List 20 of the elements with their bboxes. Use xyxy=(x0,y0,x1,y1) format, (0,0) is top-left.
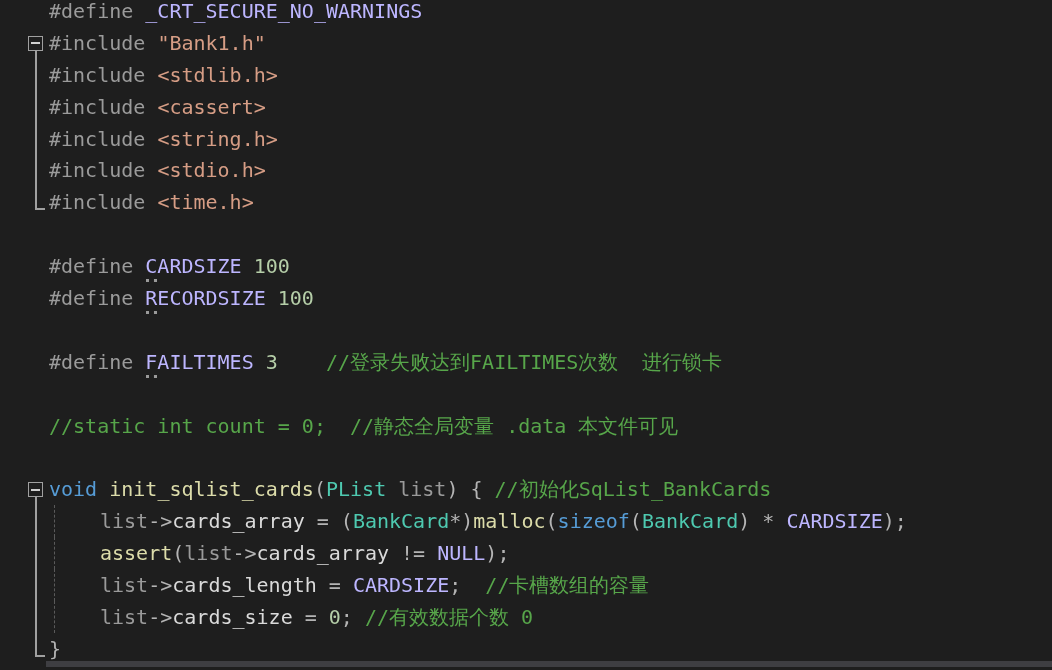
code-line: #include <stdio.h> xyxy=(49,157,266,185)
code-line: #define _CRT_SECURE_NO_WARNINGS xyxy=(49,0,423,25)
code-line: list->cards_size = 0; //有效数据个数 0 xyxy=(99,603,534,631)
code-line: #include <stdlib.h> xyxy=(49,61,278,89)
code-line: //static int count = 0; //静态全局变量 .data 本文件可见 xyxy=(49,412,679,440)
code-line: #define RECORDSIZE 100 xyxy=(49,283,314,312)
code-line: list->cards_length = CARDSIZE; //卡槽数组的容量 xyxy=(99,571,650,599)
code-line: #include <time.h> xyxy=(49,189,254,217)
code-line: #include "Bank1.h" xyxy=(49,29,266,57)
collapse-icon[interactable] xyxy=(28,35,43,51)
code-line: } xyxy=(49,635,62,663)
code-line: #include <cassert> xyxy=(49,93,266,121)
collapse-icon[interactable] xyxy=(28,482,43,498)
code-line: #define FAILTIMES 3 //登录失败达到FAILTIMES次数 进行锁卡 xyxy=(49,347,723,376)
code-line: #include <string.h> xyxy=(49,125,278,153)
horizontal-scrollbar[interactable] xyxy=(46,661,1052,667)
code-line: #define CARDSIZE 100 xyxy=(49,252,290,281)
code-line: list->cards_array = (BankCard*)malloc(sizeof(BankCard) * CARDSIZE); xyxy=(99,508,907,536)
code-line: void init_sqlist_cards(PList list) { //初始化SqList_BankCards xyxy=(49,476,772,504)
code-line: assert(list->cards_array != NULL); xyxy=(99,540,510,568)
